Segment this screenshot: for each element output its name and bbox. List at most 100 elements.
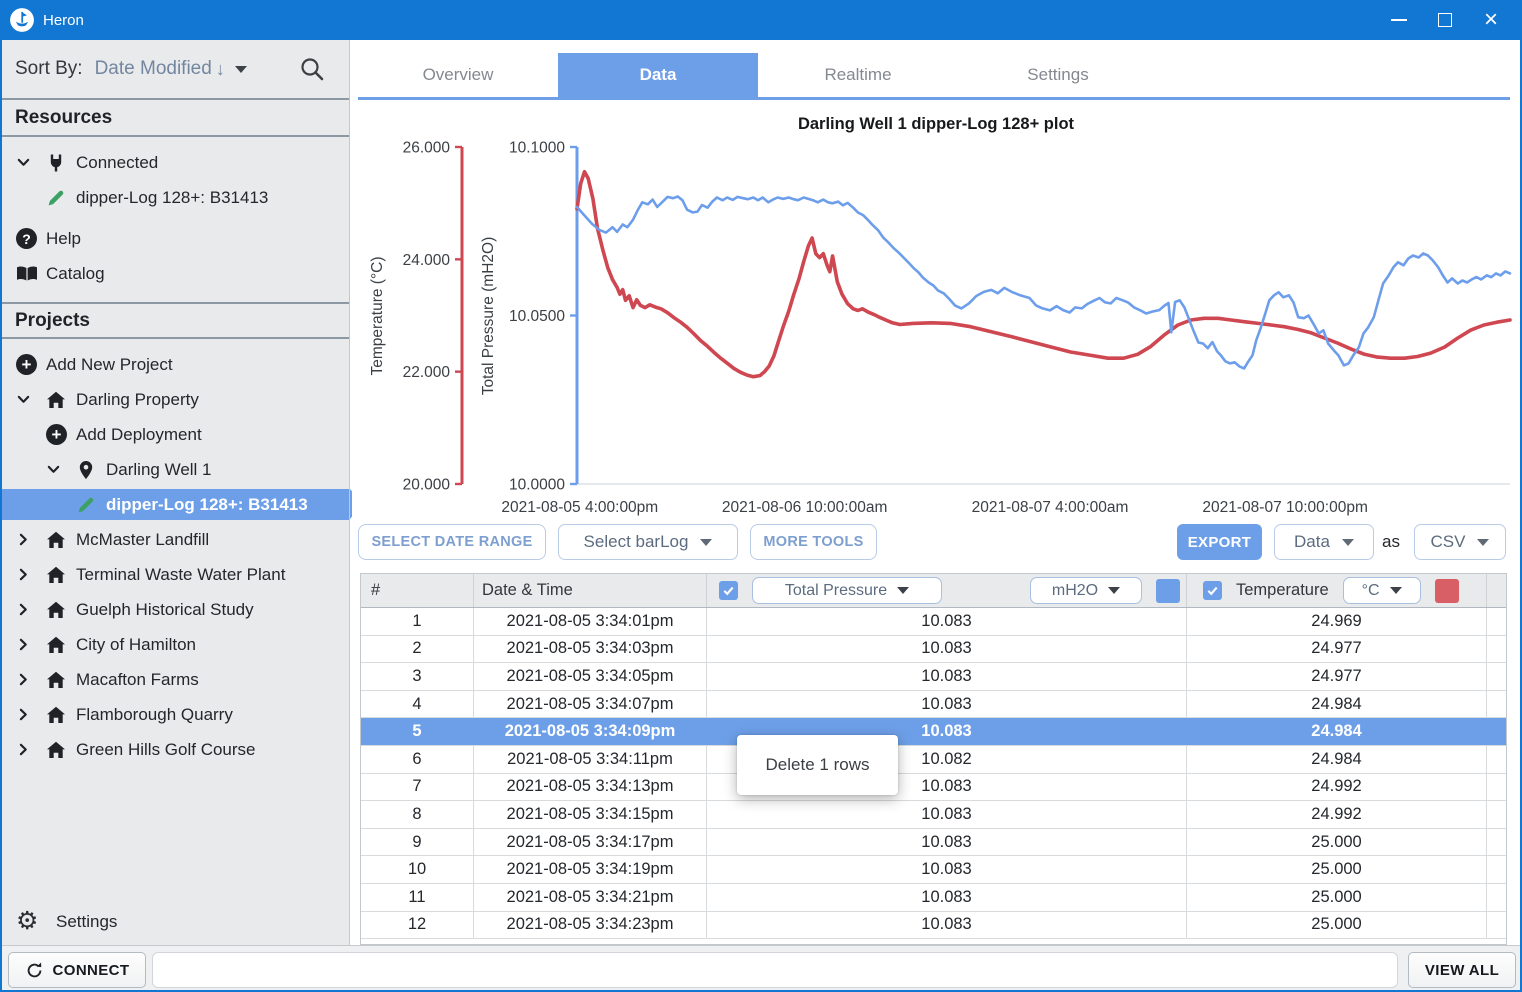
cell-temperature: 24.992 (1186, 773, 1486, 801)
chevron-right-icon[interactable] (16, 532, 46, 547)
chart-svg: 26.000 24.000 22.000 20.000 Temperature (°C)… (369, 140, 1512, 516)
tab-settings[interactable]: Settings (958, 53, 1158, 97)
sidebar-item-label: Flamborough Quarry (76, 704, 233, 724)
table-row[interactable]: 7 2021-08-05 3:34:13pm 10.083 24.992 (361, 773, 1506, 802)
export-source-dropdown[interactable]: Data (1274, 524, 1374, 560)
chevron-down-icon[interactable] (16, 155, 46, 170)
minimize-button[interactable] (1376, 0, 1422, 40)
cell-datetime: 2021-08-05 3:34:05pm (473, 663, 706, 690)
chevron-right-icon[interactable] (16, 567, 46, 582)
home-icon (46, 531, 76, 549)
export-format-dropdown[interactable]: CSV (1414, 524, 1506, 560)
tab-data[interactable]: Data (558, 53, 758, 97)
cell-temperature: 25.000 (1186, 911, 1486, 939)
sidebar-item-add-deployment[interactable]: + Add Deployment (2, 417, 349, 452)
temperature-column-label: Temperature (1236, 581, 1329, 599)
table-row[interactable]: 6 2021-08-05 3:34:11pm 10.082 24.984 (361, 745, 1506, 774)
chevron-down-icon[interactable] (46, 462, 76, 477)
tab-realtime[interactable]: Realtime (758, 53, 958, 97)
tab-bar: Overview Data Realtime Settings (358, 53, 1158, 97)
table-row[interactable]: 9 2021-08-05 3:34:17pm 10.083 25.000 (361, 828, 1506, 857)
maximize-button[interactable] (1422, 0, 1468, 40)
cell-n: 4 (412, 694, 422, 713)
export-button[interactable]: EXPORT (1177, 524, 1262, 560)
sidebar-item-city-of-hamilton[interactable]: City of Hamilton (2, 627, 349, 662)
projects-title: Projects (15, 309, 90, 331)
chevron-right-icon[interactable] (16, 742, 46, 757)
chevron-right-icon[interactable] (16, 707, 46, 722)
pressure-channel-dropdown[interactable]: Total Pressure (752, 577, 942, 604)
menu-item-delete-rows[interactable]: Delete 1 rows (737, 735, 898, 795)
sidebar-item-terminal-waste-water-plant[interactable]: Terminal Waste Water Plant (2, 557, 349, 592)
resources-section-header: Resources (2, 100, 349, 137)
more-tools-button[interactable]: MORE TOOLS (750, 524, 877, 560)
sidebar-item-macafton-farms[interactable]: Macafton Farms (2, 662, 349, 697)
table-row[interactable]: 11 2021-08-05 3:34:21pm 10.083 25.000 (361, 883, 1506, 912)
sort-direction-icon[interactable]: ↓ (216, 59, 225, 80)
sidebar-item-connected[interactable]: Connected (2, 145, 349, 180)
resources-list: Connected dipper-Log 128+: B31413 ? Help Cat… (2, 137, 349, 291)
cell-n: 8 (412, 804, 422, 823)
chevron-down-icon (1108, 587, 1121, 594)
sidebar-item-darling-well-1[interactable]: Darling Well 1 (2, 452, 349, 487)
pressure-checkbox[interactable] (719, 581, 738, 600)
close-button[interactable]: × (1468, 0, 1514, 40)
sidebar-item-settings[interactable]: ⚙ Settings (2, 904, 349, 939)
sidebar-item-guelph-historical-study[interactable]: Guelph Historical Study (2, 592, 349, 627)
sort-by-value[interactable]: Date Modified (95, 58, 212, 80)
sidebar-item-dipper-log-128-b31413[interactable]: dipper-Log 128+: B31413 (2, 489, 363, 520)
pressure-color-swatch[interactable] (1156, 578, 1180, 603)
table-row[interactable]: 10 2021-08-05 3:34:19pm 10.083 25.000 (361, 856, 1506, 884)
table-row[interactable]: 5 2021-08-05 3:34:09pm 10.083 24.984 (361, 718, 1506, 746)
sidebar-item-green-hills-golf-course[interactable]: Green Hills Golf Course (2, 732, 349, 767)
chevron-right-icon[interactable] (16, 672, 46, 687)
table-row[interactable]: 3 2021-08-05 3:34:05pm 10.083 24.977 (361, 663, 1506, 691)
temperature-color-swatch[interactable] (1434, 578, 1459, 603)
status-field[interactable] (152, 952, 1398, 988)
home-icon (46, 566, 76, 584)
search-icon[interactable] (299, 56, 325, 82)
chevron-right-icon[interactable] (16, 637, 46, 652)
sidebar-item-dipper-log-128-b31413[interactable]: dipper-Log 128+: B31413 (2, 180, 349, 215)
sidebar-item-flamborough-quarry[interactable]: Flamborough Quarry (2, 697, 349, 732)
temperature-unit-dropdown[interactable]: °C (1342, 577, 1421, 604)
temperature-axis-title: Temperature (°C) (369, 256, 386, 375)
table-row[interactable]: 2 2021-08-05 3:34:03pm 10.083 24.977 (361, 635, 1506, 664)
chevron-down-icon (1477, 538, 1490, 546)
select-barlog-dropdown[interactable]: Select barLog (558, 524, 738, 560)
connect-button[interactable]: CONNECT (8, 952, 146, 988)
sidebar-item-add-new-project[interactable]: + Add New Project (2, 347, 349, 382)
sidebar-item-label: dipper-Log 128+: B31413 (76, 187, 269, 207)
sidebar-item-help[interactable]: ? Help (2, 221, 349, 256)
pressure-unit-dropdown[interactable]: mH2O (1030, 577, 1142, 604)
y-tick-label: 20.000 (403, 477, 451, 494)
plus-icon: + (16, 354, 46, 375)
column-header-temperature: Temperature °C (1186, 574, 1486, 607)
context-menu: Delete 1 rows (737, 735, 898, 795)
sort-dropdown-caret-icon[interactable] (234, 65, 247, 73)
cell-gutter (1486, 608, 1506, 635)
x-tick-label: 2021-08-06 10:00:00am (722, 499, 887, 516)
sidebar-item-catalog[interactable]: Catalog (2, 256, 349, 291)
table-row[interactable]: 8 2021-08-05 3:34:15pm 10.083 24.992 (361, 801, 1506, 829)
y-tick-label: 26.000 (403, 140, 451, 157)
chevron-down-icon[interactable] (16, 392, 46, 407)
table-row[interactable]: 1 2021-08-05 3:34:01pm 10.083 24.969 (361, 608, 1506, 636)
select-date-range-button[interactable]: SELECT DATE RANGE (358, 524, 546, 560)
cell-n: 3 (412, 666, 422, 685)
table-row[interactable]: 12 2021-08-05 3:34:23pm 10.083 25.000 (361, 911, 1506, 940)
cell-n: 12 (407, 915, 427, 934)
sidebar-item-mcmaster-landfill[interactable]: McMaster Landfill (2, 522, 349, 557)
settings-label: Settings (56, 911, 118, 931)
x-tick-label: 2021-08-05 4:00:00pm (501, 499, 658, 516)
cell-datetime: 2021-08-05 3:34:03pm (473, 635, 706, 663)
x-tick-label: 2021-08-07 4:00:00am (972, 499, 1129, 516)
temperature-checkbox[interactable] (1203, 581, 1222, 600)
view-all-button[interactable]: VIEW ALL (1408, 952, 1516, 988)
chevron-right-icon[interactable] (16, 602, 46, 617)
tab-overview[interactable]: Overview (358, 53, 558, 97)
table-row[interactable]: 4 2021-08-05 3:34:07pm 10.083 24.984 (361, 690, 1506, 719)
gear-icon: ⚙ (16, 907, 39, 935)
cell-gutter (1486, 663, 1506, 690)
sidebar-item-darling-property[interactable]: Darling Property (2, 382, 349, 417)
